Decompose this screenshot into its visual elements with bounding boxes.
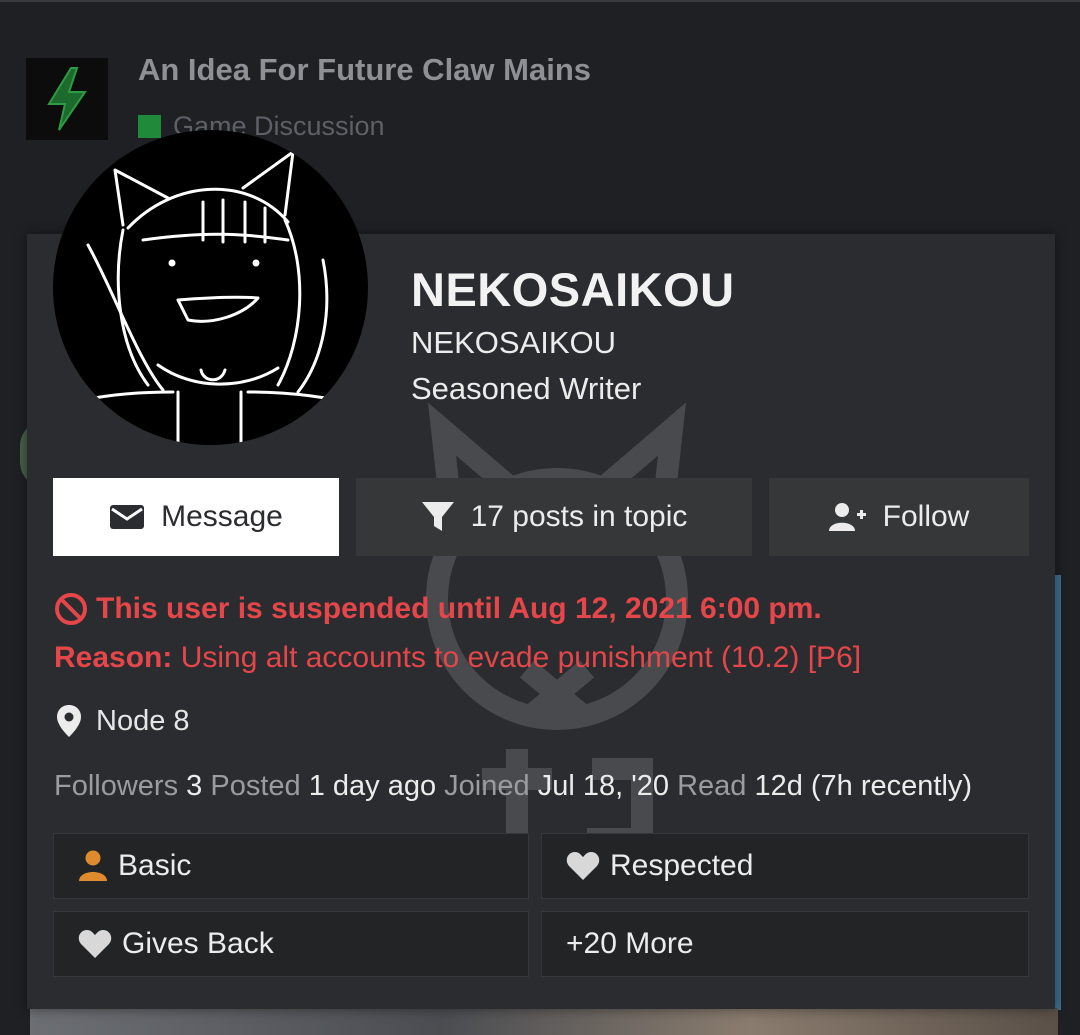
message-button-label: Message (161, 500, 283, 533)
stat-followers-label: Followers (54, 770, 179, 802)
stat-joined-label: Joined (444, 770, 530, 802)
filter-posts-button[interactable]: 17 posts in topic (356, 478, 752, 556)
follow-button[interactable]: Follow (769, 478, 1029, 556)
lightning-bolt-icon (47, 67, 87, 131)
message-button[interactable]: Message (53, 478, 339, 556)
suspension-text: This user is suspended until Aug 12, 202… (96, 592, 822, 625)
stat-joined-value: Jul 18, '20 (537, 770, 669, 802)
ban-icon (55, 593, 87, 625)
reason-label: Reason: (54, 641, 173, 674)
heart-icon (566, 852, 600, 880)
category-color-swatch (138, 114, 161, 138)
stat-followers-value[interactable]: 3 (186, 770, 202, 802)
reason-text: Using alt accounts to evade punishment (… (172, 641, 862, 674)
badge-gives-back[interactable]: Gives Back (53, 911, 529, 977)
heart-icon (78, 930, 112, 958)
user-stats: Followers 3 Posted 1 day ago Joined Jul … (54, 770, 972, 803)
user-location: Node 8 (56, 704, 190, 738)
suspension-notice: This user is suspended until Aug 12, 202… (54, 592, 822, 626)
background-image-strip (30, 1008, 1058, 1035)
badge-label: Gives Back (122, 927, 274, 960)
username[interactable]: NEKOSAIKOU (411, 262, 735, 317)
map-pin-icon (57, 705, 81, 737)
stat-posted-value: 1 day ago (308, 770, 437, 802)
envelope-icon (110, 505, 145, 529)
stat-posted-label: Posted (210, 770, 301, 802)
user-plus-icon (828, 503, 866, 531)
badge-label: Respected (610, 849, 754, 882)
user-title: Seasoned Writer (411, 371, 642, 406)
background-image-edge (1055, 575, 1061, 1010)
topic-title[interactable]: An Idea For Future Claw Mains (138, 52, 591, 88)
more-badges-link[interactable]: +20 More (541, 911, 1029, 977)
more-badges-label: +20 More (566, 927, 694, 960)
location-label: Node 8 (96, 704, 190, 737)
user-icon (79, 850, 107, 881)
filter-icon (421, 502, 454, 531)
filter-posts-label: 17 posts in topic (470, 500, 688, 533)
top-divider (0, 0, 1080, 2)
avatar-drawing (61, 150, 360, 445)
badge-basic[interactable]: Basic (53, 833, 529, 899)
badge-respected[interactable]: Respected (541, 833, 1029, 899)
stat-read-label: Read (677, 770, 747, 802)
suspension-reason: Reason: Using alt accounts to evade puni… (54, 641, 861, 675)
user-full-name: NEKOSAIKOU (411, 325, 616, 360)
follow-button-label: Follow (882, 500, 970, 533)
user-avatar[interactable] (53, 130, 368, 445)
stat-read-value: 12d (7h recently) (754, 770, 973, 802)
badge-label: Basic (118, 849, 192, 882)
topic-logo[interactable] (26, 58, 108, 140)
